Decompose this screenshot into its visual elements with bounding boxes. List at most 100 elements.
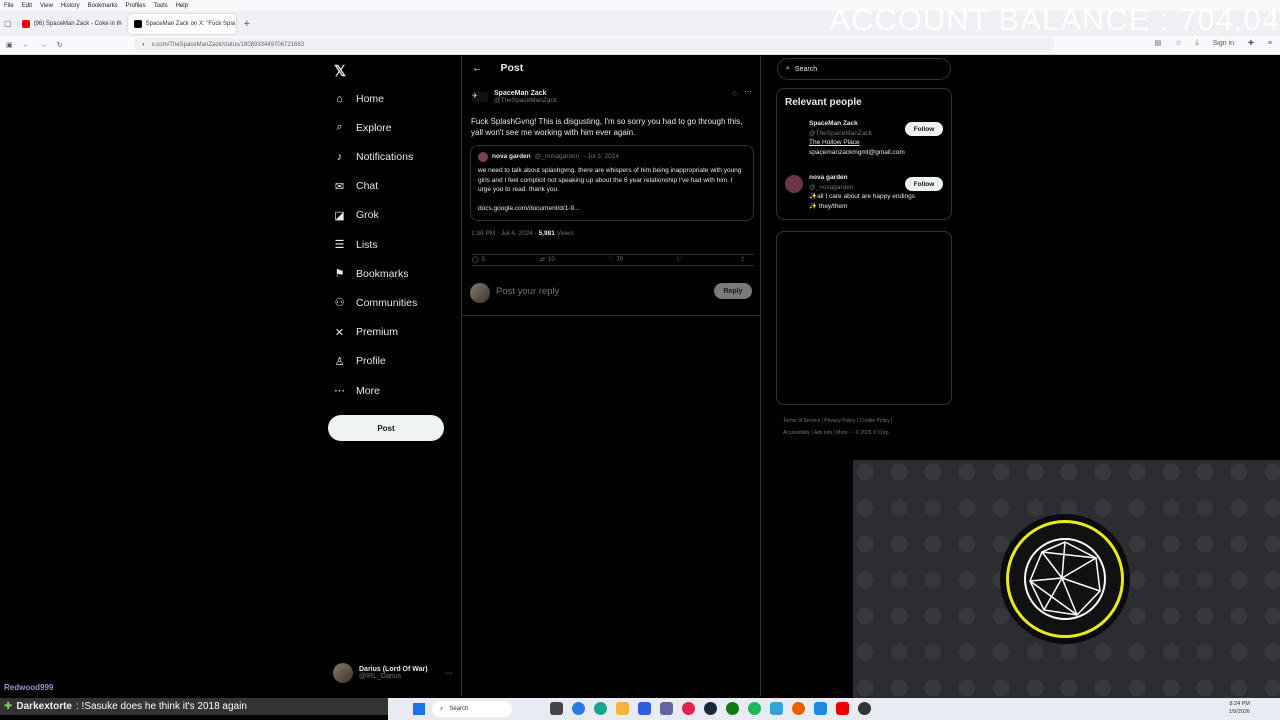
forward-icon[interactable]: → [40,42,47,49]
edge-icon[interactable] [594,702,607,715]
search-input[interactable]: ⌕ Search [777,58,951,80]
reply-button[interactable]: Reply [714,283,752,299]
app-icon[interactable] [638,702,651,715]
repost-action[interactable]: ⇄ 10 [540,256,555,264]
explorer-icon[interactable] [616,702,629,715]
menu-view[interactable]: View [40,3,53,9]
nav-item-label: More [356,384,380,397]
person-bio: ✨ they/them [809,202,848,210]
sidebar-toggle-icon[interactable]: ▣ [6,41,13,49]
tab-label: (96) SpaceMan Zack - Coke in th [33,20,122,27]
list-icon: ☰ [334,239,345,251]
avatar [333,663,353,683]
nav-item-explore[interactable]: ⌕ Explore [333,121,391,134]
menu-file[interactable]: File [4,3,14,9]
post-meta: 1:38 PM · Jul 4, 2024 · 5,981 Views [471,230,574,237]
post-time: 1:38 PM · Jul 4, 2024 · [471,230,539,237]
menu-bookmarks[interactable]: Bookmarks [88,3,118,9]
taskbar-search-label: Search [449,706,469,712]
system-clock[interactable]: 8:24 PM 1/9/2026 [1229,700,1250,716]
menu-help[interactable]: Help [176,3,188,9]
post-button[interactable]: Post [328,415,444,441]
menu-tools[interactable]: Tools [154,3,168,9]
obs-icon[interactable] [858,702,871,715]
youtube-icon[interactable] [836,702,849,715]
relevant-people-title: Relevant people [785,97,862,108]
x-logo-icon[interactable]: 𝕏 [334,62,346,80]
extension-icon[interactable]: ✚ [1248,39,1254,47]
firefox-icon[interactable] [792,702,805,715]
nav-item-lists[interactable]: ☰ Lists [333,238,378,252]
reload-icon[interactable]: ↻ [57,41,63,49]
back-icon[interactable]: ← [23,42,30,49]
person-spaceman-zack[interactable]: SpaceMan Zack @TheSpaceManZack The Hollo… [785,119,905,157]
bookmark-action[interactable]: ⚐ [676,256,681,263]
url-field[interactable]: ◐ x.com/TheSpaceManZack/status/180893344… [134,38,1054,52]
follow-button[interactable]: Follow [905,122,943,136]
person-bio[interactable]: The Hollow Place [785,138,905,148]
toolbar-right: ▤ ☆ ⤓ Sign in ✚ ≡ [1155,39,1272,47]
download-icon[interactable]: ⤓ [1196,39,1199,47]
back-arrow-icon[interactable]: ← [472,62,483,74]
account-switcher[interactable]: Darius (Lord Of War) @IRL_Darius ··· [333,663,453,683]
nav-item-grok[interactable]: ◪ Grok [333,209,378,222]
communities-icon: ⚇ [334,297,345,310]
account-handle: @IRL_Darius [359,673,402,680]
more-options-icon[interactable]: ··· [744,87,752,96]
chrome-icon[interactable] [572,702,585,715]
footer-links: Terms of Service | Privacy Policy | Cook… [783,415,953,439]
nav-item-label: Lists [356,238,378,251]
person-bio: ✨all I care about are happy endings [809,193,916,200]
quoted-post[interactable]: nova garden @_novagarden · Jul 3, 2024 w… [470,145,754,221]
footer-line[interactable]: Accessibility | Ads info | More ··· © 20… [783,427,953,439]
grok-icon: ◪ [334,209,345,222]
menu-profiles[interactable]: Profiles [126,3,146,9]
menu-edit[interactable]: Edit [22,3,32,9]
follow-button[interactable]: Follow [905,177,943,191]
taskview-icon[interactable] [550,702,563,715]
tab-x-post[interactable]: SpaceMan Zack on X: "Fuck Spla [127,13,236,34]
windows-start-icon[interactable] [413,703,425,715]
teams-icon[interactable] [660,702,673,715]
menu-icon[interactable]: ≡ [1268,40,1272,47]
nav-item-chat[interactable]: ✉ Chat [333,180,378,193]
reply-input[interactable]: Post your reply [496,286,559,297]
nav-item-label: Communities [356,296,418,309]
new-tab-icon[interactable]: + [244,18,250,30]
quote-author: nova garden [492,153,531,161]
taskbar-search[interactable]: ⌕ Search [432,701,512,717]
share-action[interactable]: ⇪ [740,256,745,263]
sign-in-button[interactable]: Sign in [1213,40,1234,47]
tab-youtube[interactable]: (96) SpaceMan Zack - Coke in th [16,14,124,34]
reader-icon[interactable]: ▤ [1155,39,1162,47]
menu-history[interactable]: History [61,3,80,9]
footer-line[interactable]: Terms of Service | Privacy Policy | Cook… [783,415,953,427]
more-icon[interactable]: ··· [446,670,453,677]
nav-item-label: Profile [356,355,386,368]
person-bio: spacemanzackmgmt@gmail.com [809,148,905,156]
nav-item-premium[interactable]: ✕ Premium [333,326,398,339]
app-icon[interactable] [770,702,783,715]
nav-item-communities[interactable]: ⚇ Communities [333,296,418,310]
tab-list-icon[interactable]: ▢ [4,19,12,28]
steam-icon[interactable] [704,702,717,715]
nav-item-profile[interactable]: ♙ Profile [333,355,386,368]
opera-icon[interactable] [682,702,695,715]
nav-item-more[interactable]: ⋯ More [333,384,380,398]
xbox-icon[interactable] [726,702,739,715]
post-author[interactable]: ✈ SpaceMan Zack @TheSpaceManZack [472,90,557,104]
quote-link[interactable]: docs.google.com/document/d/1-9... [478,204,746,214]
spotify-icon[interactable] [748,702,761,715]
nav-item-home[interactable]: ⌂ Home [333,92,384,105]
url-toolbar: ▣ ← → ↻ ◐ x.com/TheSpaceManZack/status/1… [0,36,1280,55]
star-icon[interactable]: ☆ [1175,39,1181,47]
clock-date: 1/9/2026 [1228,709,1250,715]
like-action[interactable]: ♡ 70 [608,256,623,264]
reply-action[interactable]: ◯ 5 [472,256,485,264]
nav-item-notifications[interactable]: ♪ Notifications [333,150,413,163]
nav-item-bookmarks[interactable]: ⚑ Bookmarks [333,267,409,281]
app-icon[interactable] [814,702,827,715]
person-handle: @_novagarden [809,183,854,191]
person-nova-garden[interactable]: nova garden @_novagarden ✨all I care abo… [785,173,915,211]
grok-icon[interactable]: ◌ [732,89,737,98]
